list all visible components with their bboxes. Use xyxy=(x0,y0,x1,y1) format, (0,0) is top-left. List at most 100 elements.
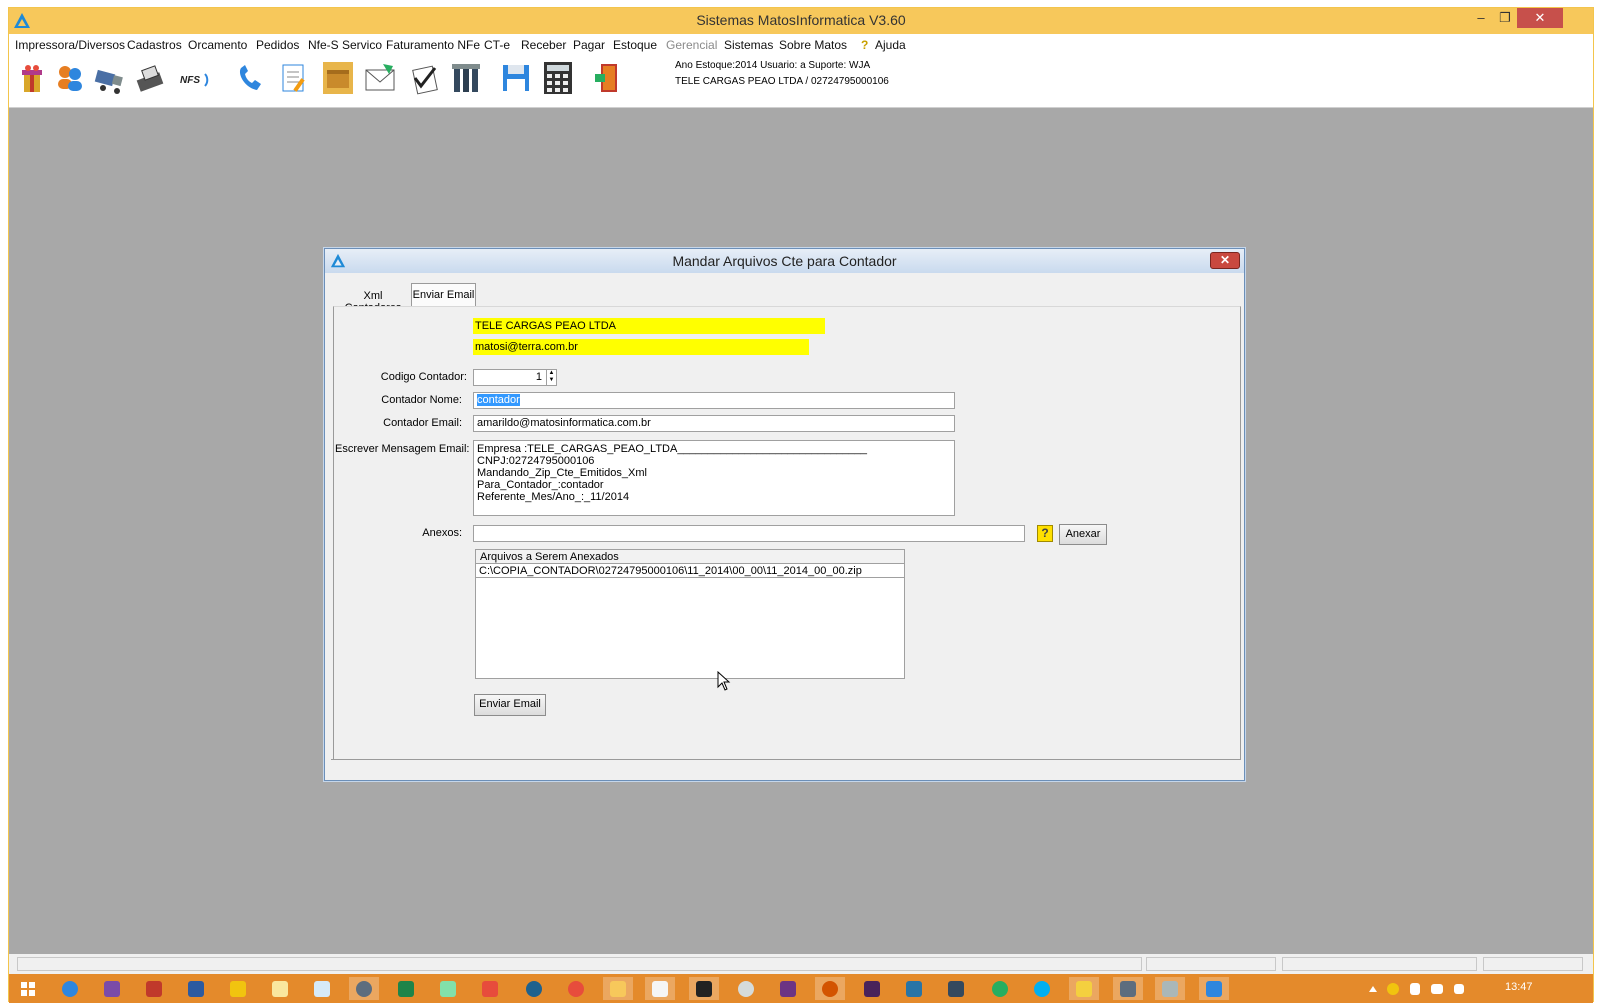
calculator-icon[interactable] xyxy=(541,60,575,96)
volume-icon[interactable] xyxy=(1449,977,1469,1000)
anexar-button[interactable]: Anexar xyxy=(1059,524,1107,545)
spin-down-icon[interactable]: ▼ xyxy=(547,377,556,384)
status-cell xyxy=(1483,957,1583,971)
menu-faturamento[interactable]: Faturamento NFe xyxy=(386,38,480,52)
globe-icon[interactable] xyxy=(519,977,549,1000)
document-edit-icon[interactable] xyxy=(277,60,311,96)
network-tray-icon[interactable] xyxy=(1427,977,1447,1000)
exit-icon[interactable] xyxy=(591,60,625,96)
menu-estoque[interactable]: Estoque xyxy=(613,38,657,52)
contador-nome-input[interactable]: contador xyxy=(473,392,955,409)
menu-impressora[interactable]: Impressora/Diversos xyxy=(15,38,125,52)
menu-receber[interactable]: Receber xyxy=(521,38,566,52)
clock[interactable]: 13:47 xyxy=(1505,981,1533,993)
winrar-icon[interactable] xyxy=(773,977,803,1000)
tools-icon[interactable] xyxy=(449,60,483,96)
menu-sobre-matos[interactable]: Sobre Matos xyxy=(779,38,847,52)
menu-cadastros[interactable]: Cadastros xyxy=(127,38,182,52)
virtualbox-icon[interactable] xyxy=(941,977,971,1000)
codigo-contador-value: 1 xyxy=(535,371,542,383)
anexos-label: Anexos: xyxy=(422,527,462,539)
spinner-arrows[interactable]: ▲ ▼ xyxy=(546,370,556,385)
contador-email-input[interactable]: amarildo@matosinformatica.com.br xyxy=(473,415,955,432)
filezilla-icon[interactable] xyxy=(139,977,169,1000)
notepad-icon[interactable] xyxy=(645,977,675,1000)
notes-icon[interactable] xyxy=(307,977,337,1000)
mensagem-line: Para_Contador_:contador xyxy=(477,479,604,491)
mouse-cursor-icon xyxy=(717,671,731,691)
skype-icon[interactable] xyxy=(1027,977,1057,1000)
mensagem-line: Empresa :TELE_CARGAS_PEAO_LTDA__________… xyxy=(477,443,867,455)
menu-gerencial[interactable]: Gerencial xyxy=(666,38,717,52)
anexos-input[interactable] xyxy=(473,525,1025,542)
flag-icon[interactable] xyxy=(1405,977,1425,1000)
mensagem-line: Referente_Mes/Ano_:_11/2014 xyxy=(477,491,630,503)
status-cell xyxy=(1146,957,1276,971)
company-info: TELE CARGAS PEAO LTDA / 02724795000106 xyxy=(675,76,889,87)
close-button[interactable]: ✕ xyxy=(1517,8,1563,28)
mensagem-line: CNPJ:02724795000106 xyxy=(477,455,595,467)
tray-app-icon[interactable] xyxy=(1383,977,1403,1000)
dialog-title-bar[interactable]: Mandar Arquivos Cte para Contador ✕ xyxy=(325,249,1244,273)
enviar-email-button[interactable]: Enviar Email xyxy=(474,694,546,716)
opera-icon[interactable] xyxy=(561,977,591,1000)
tab-enviar-email[interactable]: Enviar Email xyxy=(411,283,476,307)
list-item[interactable]: C:\COPIA_CONTADOR\02724795000106\11_2014… xyxy=(476,564,904,578)
help-question-icon: ? xyxy=(861,38,869,52)
contador-nome-value: contador xyxy=(477,394,520,406)
matos-dialog-icon[interactable] xyxy=(1199,977,1229,1000)
archive-icon[interactable] xyxy=(857,977,887,1000)
matos-app-icon[interactable] xyxy=(603,977,633,1000)
contador-nome-label: Contador Nome: xyxy=(381,394,462,406)
session-info: Ano Estoque:2014 Usuario: a Suporte: WJA xyxy=(675,60,871,71)
network-icon[interactable] xyxy=(181,977,211,1000)
firefox-icon[interactable] xyxy=(815,977,845,1000)
menu-cte[interactable]: CT-e xyxy=(484,38,510,52)
toolbar: NFS Ano Estoque:2014 Usuario: a Suporte:… xyxy=(9,54,1593,108)
tray-arrow-icon[interactable] xyxy=(1365,977,1381,1000)
dialog-close-button[interactable]: ✕ xyxy=(1210,252,1240,269)
menu-pedidos[interactable]: Pedidos xyxy=(256,38,299,52)
acrobat-icon[interactable] xyxy=(475,977,505,1000)
menu-pagar[interactable]: Pagar xyxy=(573,38,605,52)
tool-icon[interactable] xyxy=(1155,977,1185,1000)
cmd-icon[interactable] xyxy=(689,977,719,1000)
restore-button[interactable]: ❐ xyxy=(1491,8,1519,28)
visual-studio-icon[interactable] xyxy=(97,977,127,1000)
mail-icon[interactable] xyxy=(363,60,397,96)
mensagem-label: Escrever Mensagem Email: xyxy=(335,443,470,455)
editor-icon[interactable] xyxy=(1113,977,1143,1000)
truck-icon[interactable] xyxy=(93,60,127,96)
gift-icon[interactable] xyxy=(15,60,49,96)
folder-app-icon[interactable] xyxy=(265,977,295,1000)
mensagem-textarea[interactable]: Empresa :TELE_CARGAS_PEAO_LTDA__________… xyxy=(473,440,955,516)
spin-up-icon[interactable]: ▲ xyxy=(547,370,556,377)
company-email-label: matosi@terra.com.br xyxy=(473,339,809,355)
save-icon[interactable] xyxy=(499,60,533,96)
database-icon[interactable] xyxy=(899,977,929,1000)
file-explorer-icon[interactable] xyxy=(1069,977,1099,1000)
help-icon[interactable]: ? xyxy=(1037,525,1053,542)
menu-nfe-servico[interactable]: Nfe-S Servico xyxy=(308,38,382,52)
chrome-icon[interactable] xyxy=(985,977,1015,1000)
title-bar[interactable]: Sistemas MatosInformatica V3.60 – ❐ ✕ xyxy=(9,8,1593,34)
app-icon[interactable] xyxy=(223,977,253,1000)
menu-ajuda[interactable]: Ajuda xyxy=(875,38,906,52)
codigo-contador-spinner[interactable]: 1 ▲ ▼ xyxy=(473,369,557,386)
internet-explorer-icon[interactable] xyxy=(55,977,85,1000)
android-icon[interactable] xyxy=(433,977,463,1000)
users-icon[interactable] xyxy=(53,60,87,96)
tab-xml-contadores[interactable]: Xml Contadores xyxy=(335,285,411,314)
windows-start-icon[interactable] xyxy=(13,977,43,1000)
chrome-alt-icon[interactable] xyxy=(731,977,761,1000)
search-app-icon[interactable] xyxy=(349,977,379,1000)
terminal-icon[interactable] xyxy=(391,977,421,1000)
attachments-list[interactable]: Arquivos a Serem Anexados C:\COPIA_CONTA… xyxy=(475,549,905,679)
checklist-icon[interactable] xyxy=(407,60,441,96)
menu-sistemas[interactable]: Sistemas xyxy=(724,38,773,52)
phone-icon[interactable] xyxy=(233,60,267,96)
menu-orcamento[interactable]: Orcamento xyxy=(188,38,247,52)
nfse-icon[interactable]: NFS xyxy=(179,60,213,96)
box-icon[interactable] xyxy=(321,60,355,96)
printer-icon[interactable] xyxy=(133,60,167,96)
